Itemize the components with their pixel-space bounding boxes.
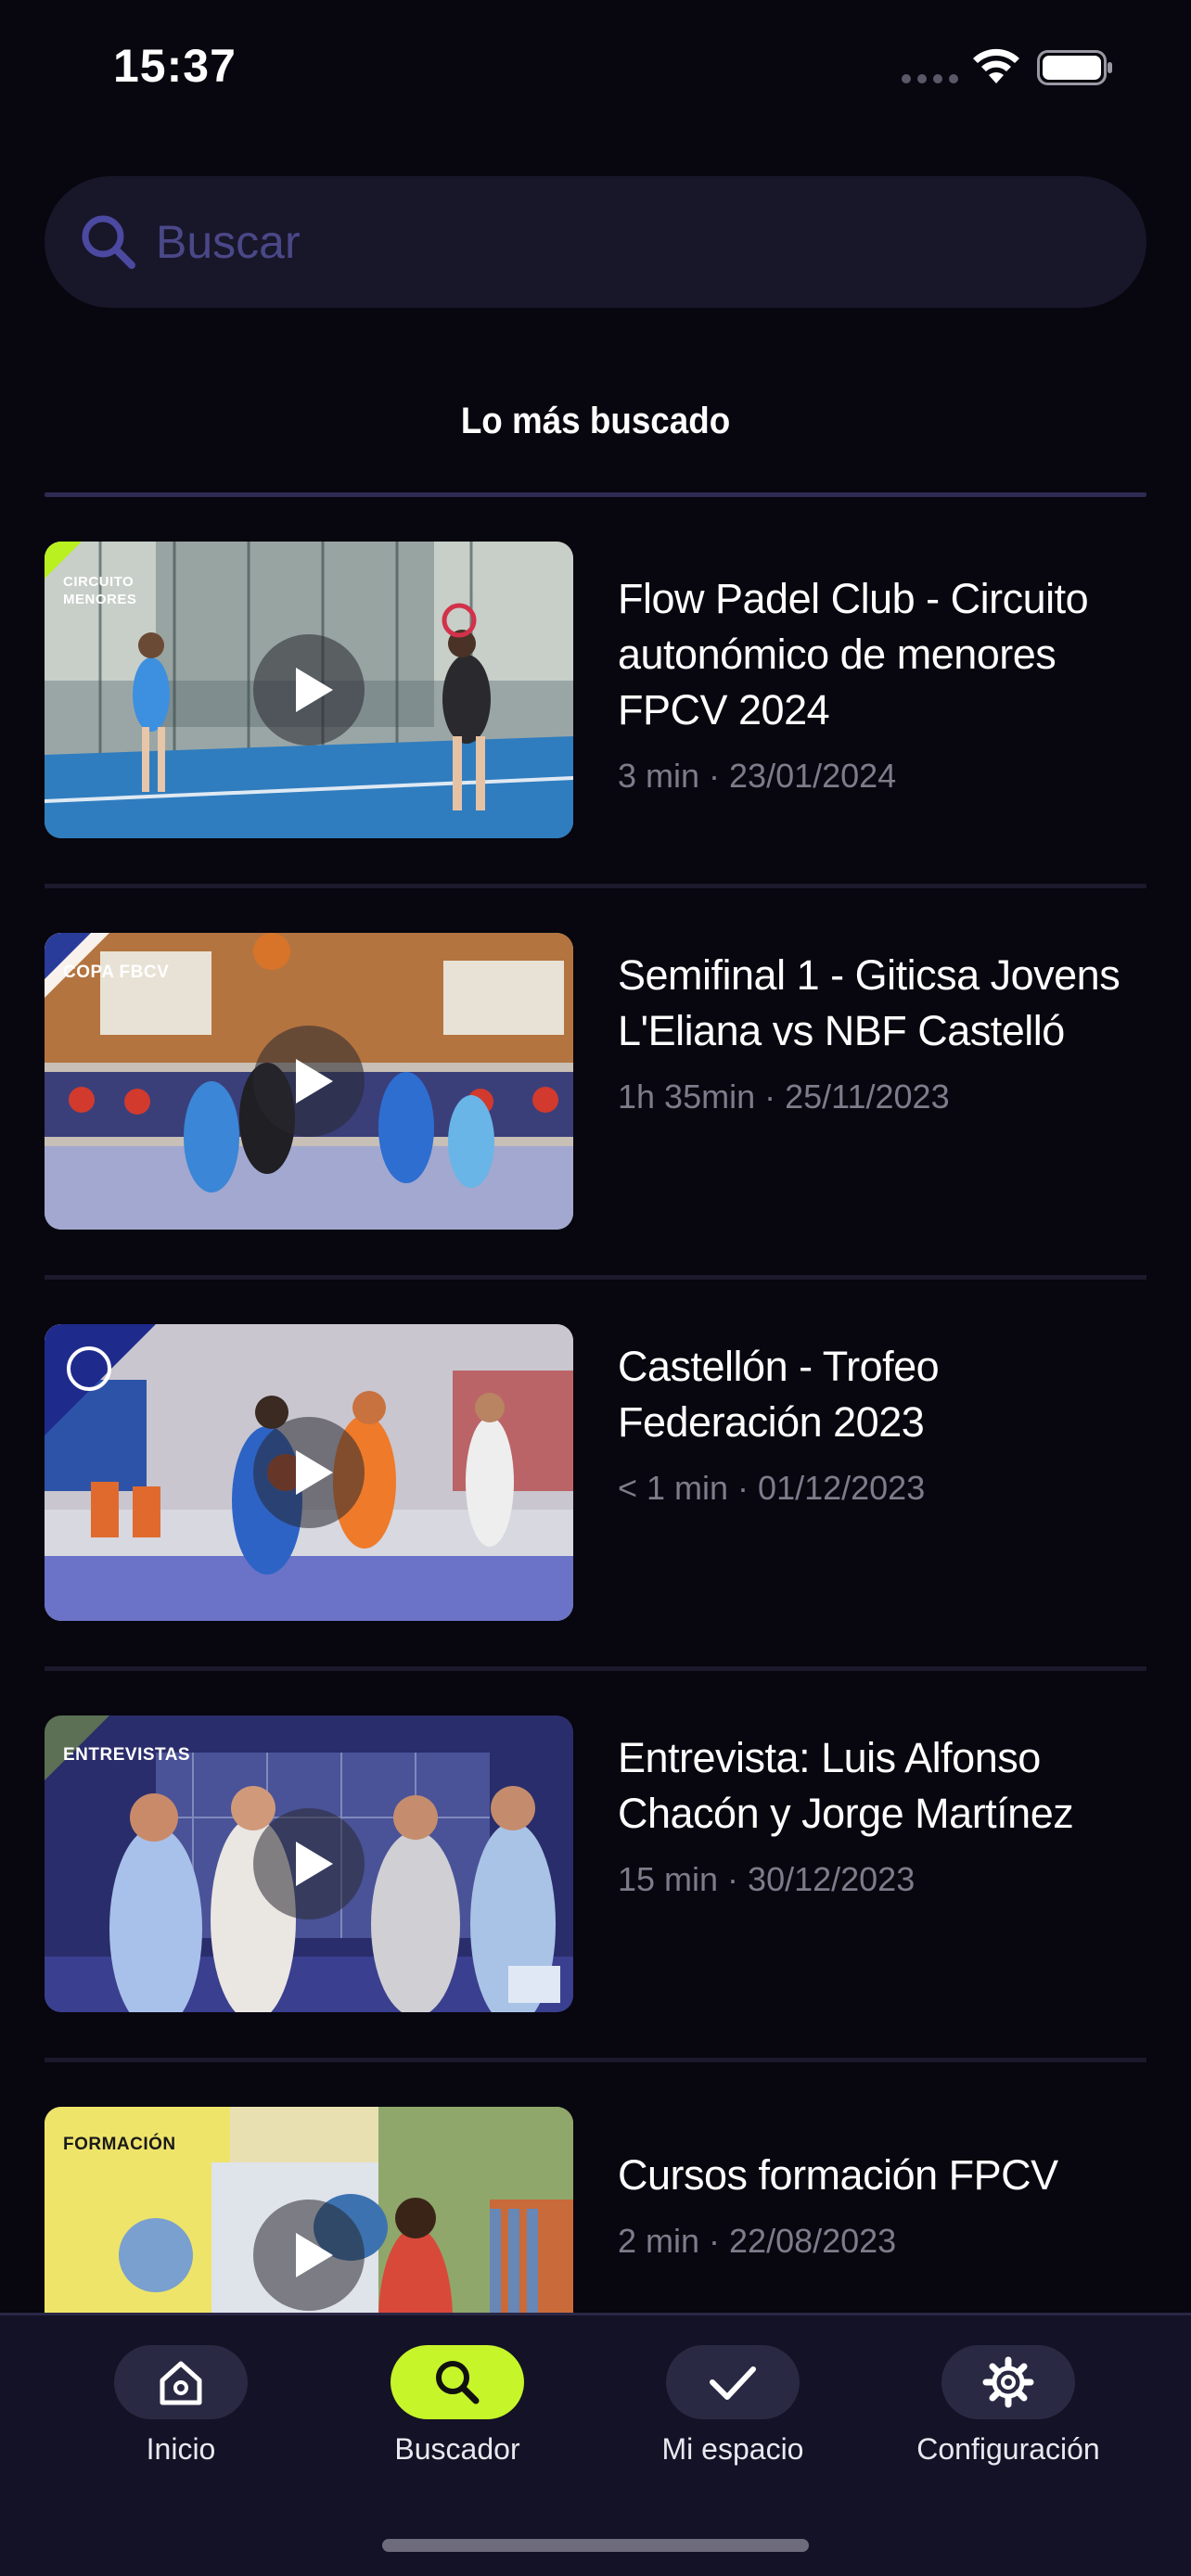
- item-meta: 3 min · 23/01/2024: [618, 757, 897, 795]
- item-title: Castellón - Trofeo Federación 2023: [618, 1343, 940, 1446]
- item-meta: 1h 35min · 25/11/2023: [618, 1078, 950, 1116]
- check-icon: [710, 2366, 756, 2400]
- nav-label: Mi espacio: [661, 2432, 804, 2466]
- item-meta: 15 min · 30/12/2023: [618, 1860, 916, 1898]
- thumbnail-tag: FORMACIÓN: [63, 2135, 176, 2154]
- search-input[interactable]: [156, 204, 1083, 280]
- thumbnail-tag: COPA FBCV: [63, 963, 170, 982]
- item-meta: < 1 min · 01/12/2023: [618, 1469, 926, 1507]
- video-thumbnail[interactable]: CIRCUITO MENORES: [45, 542, 573, 838]
- list-item[interactable]: CIRCUITO MENORES Flow Padel Club - Circu…: [45, 497, 1146, 888]
- nav-item-configuracion[interactable]: Configuración: [878, 2345, 1138, 2466]
- play-icon: [253, 1026, 365, 1137]
- item-title: Entrevista: Luis Alfonso Chacón y Jorge …: [618, 1734, 1074, 1837]
- play-icon: [253, 1808, 365, 1919]
- item-meta: 2 min · 22/08/2023: [618, 2222, 897, 2260]
- cellular-signal-icon: [902, 74, 958, 83]
- item-info: Castellón - Trofeo Federación 2023 < 1 m…: [618, 1339, 1146, 1508]
- item-title: Semifinal 1 - Giticsa Jovens L'Eliana vs…: [618, 951, 1121, 1054]
- item-title: Flow Padel Club - Circuito autonómico de…: [618, 575, 1089, 733]
- search-bar[interactable]: [45, 176, 1146, 308]
- nav-label: Inicio: [146, 2432, 216, 2466]
- home-icon: [160, 2361, 202, 2405]
- status-bar: 15:37: [0, 0, 1191, 139]
- play-icon: [253, 1417, 365, 1528]
- item-title: Cursos formación FPCV: [618, 2151, 1058, 2199]
- video-thumbnail[interactable]: COPA FBCV: [45, 933, 573, 1230]
- status-time: 15:37: [113, 40, 237, 92]
- nav-item-mi-espacio[interactable]: Mi espacio: [603, 2345, 863, 2466]
- tab-most-searched[interactable]: Lo más buscado: [45, 389, 1146, 497]
- item-info: Entrevista: Luis Alfonso Chacón y Jorge …: [618, 1730, 1146, 1899]
- bottom-navigation: Inicio Buscador Mi espacio Configuración: [0, 2313, 1191, 2576]
- nav-pill: [941, 2345, 1075, 2419]
- nav-pill: [666, 2345, 800, 2419]
- play-icon: [253, 634, 365, 746]
- list-item[interactable]: ENTREVISTAS Entrevista: Luis Alfonso Cha…: [45, 1671, 1146, 2062]
- nav-item-buscador[interactable]: Buscador: [327, 2345, 587, 2466]
- thumbnail-tag: CIRCUITO MENORES: [63, 574, 137, 607]
- item-info: Flow Padel Club - Circuito autonómico de…: [618, 571, 1146, 796]
- nav-label: Configuración: [916, 2432, 1100, 2466]
- item-info: Semifinal 1 - Giticsa Jovens L'Eliana vs…: [618, 948, 1146, 1116]
- battery-icon: [1037, 50, 1112, 85]
- tab-label: Lo más buscado: [460, 401, 731, 441]
- search-icon: [436, 2361, 480, 2404]
- video-thumbnail[interactable]: [45, 1324, 573, 1621]
- nav-pill: [114, 2345, 248, 2419]
- list-item[interactable]: COPA FBCV Semifinal 1 - Giticsa Jovens L…: [45, 888, 1146, 1280]
- thumbnail-tag: ENTREVISTAS: [63, 1745, 191, 1765]
- search-icon: [82, 215, 135, 269]
- nav-item-inicio[interactable]: Inicio: [51, 2345, 311, 2466]
- play-icon: [253, 2200, 365, 2311]
- nav-pill-active: [391, 2345, 524, 2419]
- list-item[interactable]: Castellón - Trofeo Federación 2023 < 1 m…: [45, 1280, 1146, 1671]
- video-thumbnail[interactable]: ENTREVISTAS: [45, 1715, 573, 2012]
- gear-icon: [982, 2356, 1034, 2408]
- nav-label: Buscador: [394, 2432, 520, 2466]
- wifi-icon: [973, 48, 1019, 83]
- home-indicator[interactable]: [382, 2539, 809, 2552]
- item-info: Cursos formación FPCV 2 min · 22/08/2023: [618, 2148, 1146, 2261]
